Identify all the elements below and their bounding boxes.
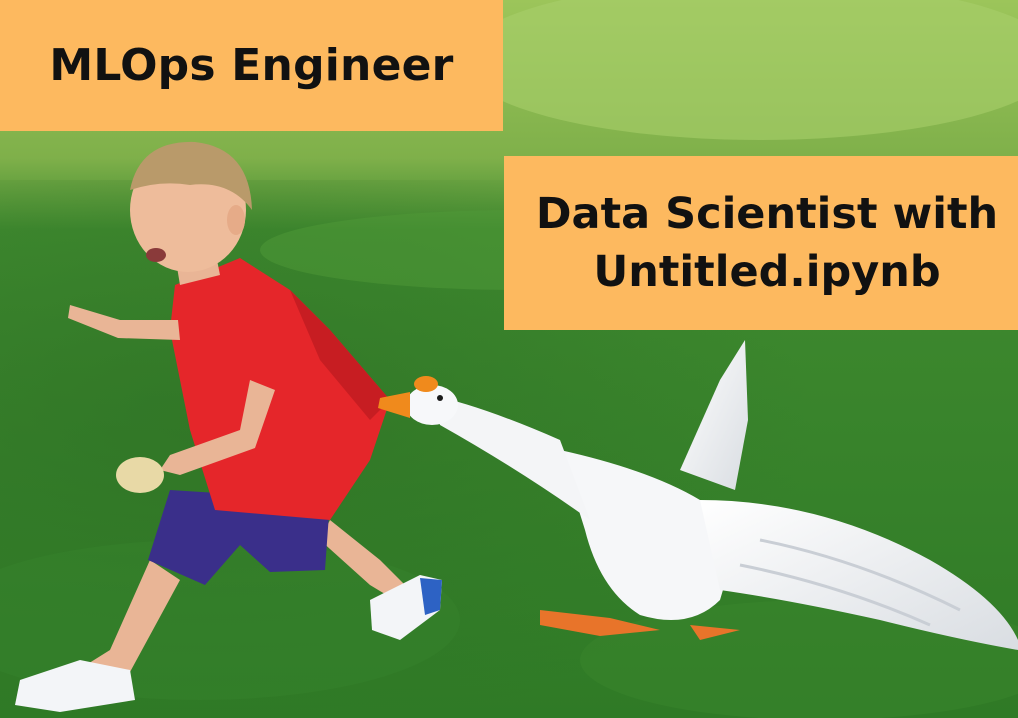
right-caption-line1: Data Scientist with (535, 189, 999, 239)
top-caption: MLOps Engineer (0, 0, 503, 131)
right-caption: Data Scientist with Untitled.ipynb (504, 156, 1018, 330)
right-caption-line2: Untitled.ipynb (593, 247, 941, 297)
meme-image: MLOps Engineer Data Scientist with Untit… (0, 0, 1018, 718)
